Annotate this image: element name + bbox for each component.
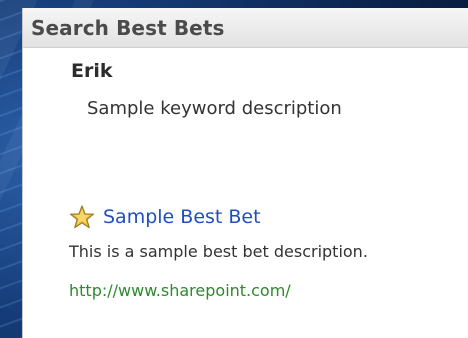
best-bet-description: This is a sample best bet description. bbox=[69, 242, 368, 261]
best-bet-item: Sample Best Bet This is a sample best be… bbox=[69, 204, 368, 300]
best-bet-title-row: Sample Best Bet bbox=[69, 204, 368, 230]
web-part-title: Search Best Bets bbox=[31, 15, 225, 40]
keyword-term: Erik bbox=[71, 60, 113, 82]
search-best-bets-web-part: Search Best Bets Erik Sample keyword des… bbox=[22, 8, 468, 338]
keyword-description: Sample keyword description bbox=[87, 98, 342, 119]
best-bet-url: http://www.sharepoint.com/ bbox=[69, 281, 291, 300]
web-part-header: Search Best Bets bbox=[23, 8, 468, 48]
best-bet-title-link[interactable]: Sample Best Bet bbox=[103, 206, 261, 228]
star-icon bbox=[69, 204, 95, 230]
